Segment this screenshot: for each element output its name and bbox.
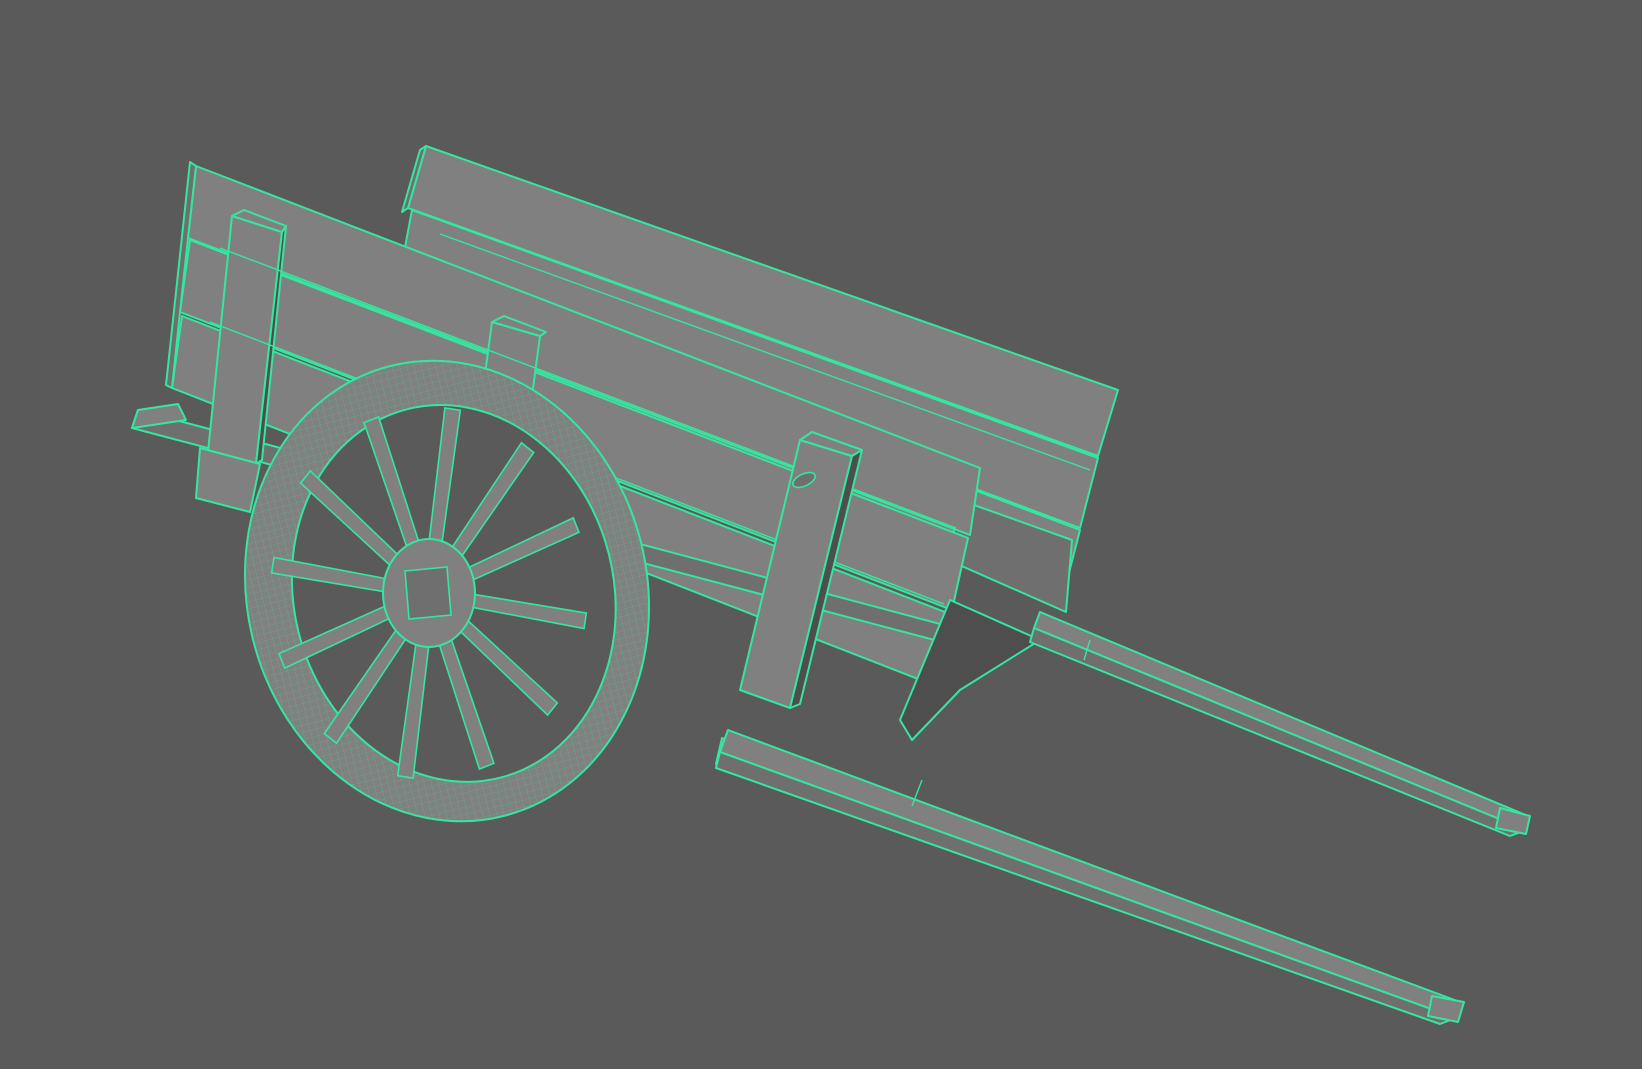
shaft-back — [1033, 611, 1529, 831]
wheel-axle-cap — [404, 566, 452, 620]
cart-wireframe-model[interactable] — [0, 0, 1642, 1069]
shaft-back-side — [1029, 627, 1527, 837]
shaft-front-side — [715, 751, 1457, 1025]
3d-viewport[interactable] — [0, 0, 1642, 1069]
shaft-front — [719, 729, 1461, 1019]
